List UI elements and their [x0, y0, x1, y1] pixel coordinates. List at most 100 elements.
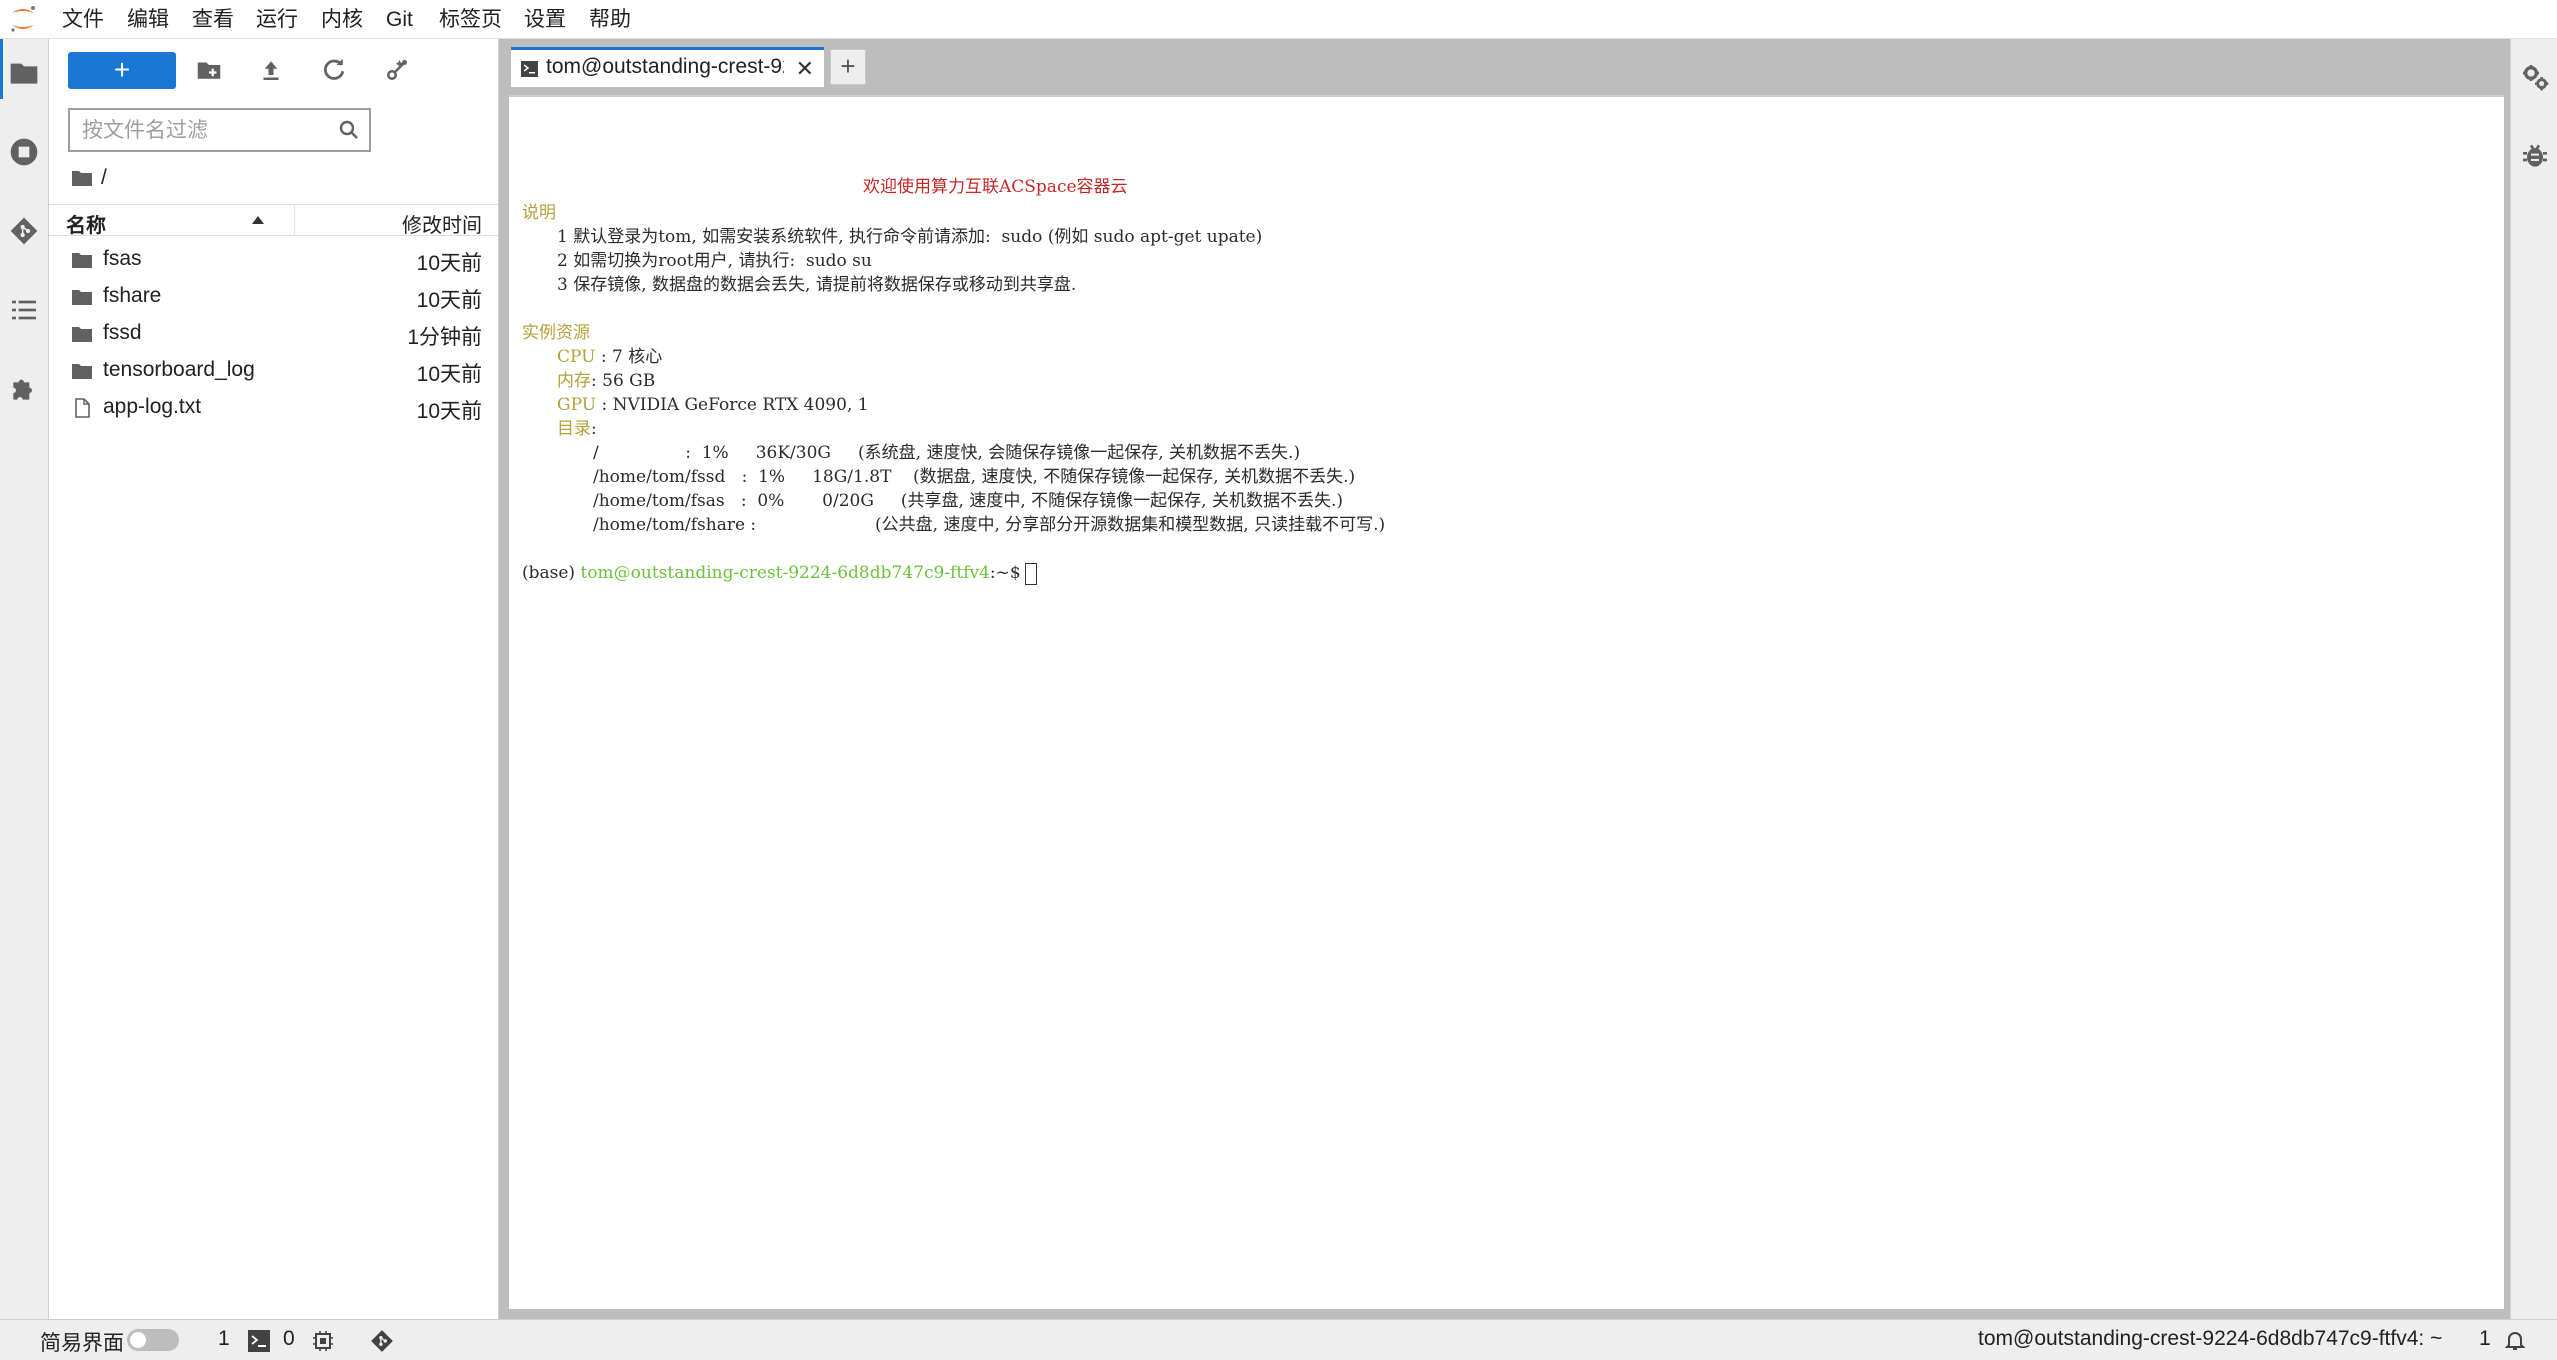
prompt-env: (base) [522, 563, 581, 583]
file-name: fssd [103, 321, 142, 344]
menu-bar: 文件 编辑 查看 运行 内核 Git 标签页 设置 帮助 [0, 0, 2557, 39]
menu-file[interactable]: 文件 [62, 0, 104, 39]
dir-entry: /home/tom/fshare : (公共盘, 速度中, 分享部分开源数据集和… [593, 515, 1386, 535]
folder-icon [72, 364, 92, 379]
simple-mode-label: 简易界面 [40, 1332, 124, 1355]
mem-value: : 56 GB [591, 371, 656, 391]
file-browser-panel: + / 名称 修改时间 fsas 10天前 [49, 39, 499, 1319]
tab-label: tom@outstanding-crest-9224-6d8db747c9-ft… [546, 55, 784, 78]
file-name: app-log.txt [103, 395, 202, 418]
menu-view[interactable]: 查看 [192, 0, 234, 39]
git-icon[interactable] [369, 1328, 395, 1354]
dir-entry: /home/tom/fsas : 0% 0/20G (共享盘, 速度中, 不随保… [593, 491, 1344, 511]
breadcrumb-root[interactable]: / [101, 163, 107, 193]
prompt-tail: :~$ [989, 563, 1021, 583]
terminal-icon [521, 61, 538, 77]
folder-icon [72, 290, 92, 305]
file-name: fsas [103, 247, 142, 270]
text-file-icon [75, 398, 90, 418]
tab-bar: tom@outstanding-crest-9224-6d8db747c9-ft… [499, 39, 2510, 87]
running-icon[interactable] [8, 136, 40, 168]
notes-title: 说明 [522, 203, 556, 223]
file-modified: 10天前 [416, 363, 482, 386]
extension-icon[interactable] [8, 373, 40, 405]
terminal-cursor[interactable] [1024, 562, 1037, 585]
menu-git[interactable]: Git [386, 0, 413, 39]
folder-icon [72, 171, 92, 186]
close-icon[interactable]: ✕ [796, 56, 814, 82]
tab-terminal[interactable]: tom@outstanding-crest-9224-6d8db747c9-ft… [511, 47, 824, 87]
notification-count[interactable]: 1 [2479, 1327, 2491, 1351]
bell-icon[interactable] [2503, 1328, 2527, 1352]
status-bar: 简易界面 1 0 tom@outstanding-crest-9224-6d8d… [0, 1319, 2557, 1360]
file-modified: 10天前 [416, 400, 482, 423]
sort-ascending-icon[interactable] [252, 216, 264, 224]
gpu-value: : NVIDIA GeForce RTX 4090, 1 [601, 395, 869, 415]
debugger-icon[interactable] [2519, 140, 2551, 172]
note-line: 1 默认登录为tom, 如需安装系统软件, 执行命令前请添加: sudo (例如… [557, 227, 1263, 247]
menu-run[interactable]: 运行 [256, 0, 298, 39]
folder-icon[interactable] [8, 57, 40, 89]
git-clone-icon[interactable] [382, 55, 412, 85]
cpu-label: CPU [557, 347, 596, 367]
active-indicator [0, 39, 3, 99]
menu-help[interactable]: 帮助 [589, 0, 631, 39]
new-tab-button[interactable]: + [830, 49, 866, 85]
active-terminal-name[interactable]: tom@outstanding-crest-9224-6d8db747c9-ft… [1978, 1327, 2442, 1351]
file-name: tensorboard_log [103, 358, 255, 381]
column-header-modified[interactable]: 修改时间 [402, 209, 482, 238]
file-row-app-log[interactable]: app-log.txt 10天前 [49, 389, 498, 426]
file-row-fshare[interactable]: fshare 10天前 [49, 278, 498, 315]
new-launcher-button[interactable]: + [68, 52, 176, 89]
toggle-knob [130, 1332, 146, 1348]
terminal-count[interactable]: 0 [283, 1327, 295, 1351]
prompt-host: tom@outstanding-crest-9224-6d8db747c9-ft… [580, 563, 990, 583]
menu-tabs[interactable]: 标签页 [439, 0, 502, 39]
property-inspector-icon[interactable] [2519, 61, 2551, 93]
kernel-usage-icon[interactable] [311, 1329, 335, 1353]
folder-icon [72, 253, 92, 268]
left-activity-bar [0, 39, 49, 1319]
note-line: 2 如需切换为root用户, 请执行: sudo su [557, 251, 872, 271]
column-header-name[interactable]: 名称 [66, 209, 106, 238]
main-dock-area: tom@outstanding-crest-9224-6d8db747c9-ft… [499, 39, 2510, 1319]
cpu-value: : 7 核心 [600, 347, 663, 367]
new-folder-icon[interactable] [194, 55, 224, 85]
file-modified: 10天前 [416, 289, 482, 312]
dir-colon: : [591, 419, 597, 439]
gpu-label: GPU [557, 395, 597, 415]
jupyter-logo[interactable] [8, 4, 38, 34]
right-activity-bar [2510, 39, 2557, 1319]
folder-icon [72, 327, 92, 342]
menu-edit[interactable]: 编辑 [127, 0, 169, 39]
file-row-fsas[interactable]: fsas 10天前 [49, 241, 498, 278]
terminal-icon[interactable] [248, 1330, 270, 1352]
filter-input[interactable] [80, 116, 324, 146]
gpu-line: GPU : NVIDIA GeForce RTX 4090, 1 [557, 393, 869, 417]
refresh-icon[interactable] [319, 55, 349, 85]
git-icon[interactable] [8, 215, 40, 247]
simple-mode-toggle[interactable] [127, 1329, 179, 1351]
welcome-text: 欢迎使用算力互联ACSpace容器云 [863, 177, 1128, 197]
kernel-count[interactable]: 1 [218, 1327, 230, 1351]
menu-settings[interactable]: 设置 [524, 0, 566, 39]
filter-box [68, 108, 371, 152]
dir-entry: /home/tom/fssd : 1% 18G/1.8T (数据盘, 速度快, … [593, 467, 1356, 487]
file-row-fssd[interactable]: fssd 1分钟前 [49, 315, 498, 352]
dir-entry: / : 1% 36K/30G (系统盘, 速度快, 会随保存镜像一起保存, 关机… [593, 443, 1301, 463]
menu-kernel[interactable]: 内核 [321, 0, 363, 39]
file-modified: 10天前 [416, 252, 482, 275]
upload-icon[interactable] [256, 55, 286, 85]
terminal-output[interactable]: 欢迎使用算力互联ACSpace容器云 说明 1 默认登录为tom, 如需安装系统… [509, 95, 2504, 1309]
mem-line: 内存: 56 GB [557, 369, 655, 393]
table-of-contents-icon[interactable] [8, 294, 40, 326]
search-icon[interactable] [337, 118, 361, 142]
dir-line: 目录: [557, 417, 597, 441]
file-row-tensorboard-log[interactable]: tensorboard_log 10天前 [49, 352, 498, 389]
file-modified: 1分钟前 [407, 326, 482, 349]
file-name: fshare [103, 284, 162, 307]
prompt-line[interactable]: (base) tom@outstanding-crest-9224-6d8db7… [522, 561, 1037, 585]
resources-title: 实例资源 [522, 323, 590, 343]
cpu-line: CPU : 7 核心 [557, 345, 662, 369]
column-divider[interactable] [294, 205, 295, 236]
